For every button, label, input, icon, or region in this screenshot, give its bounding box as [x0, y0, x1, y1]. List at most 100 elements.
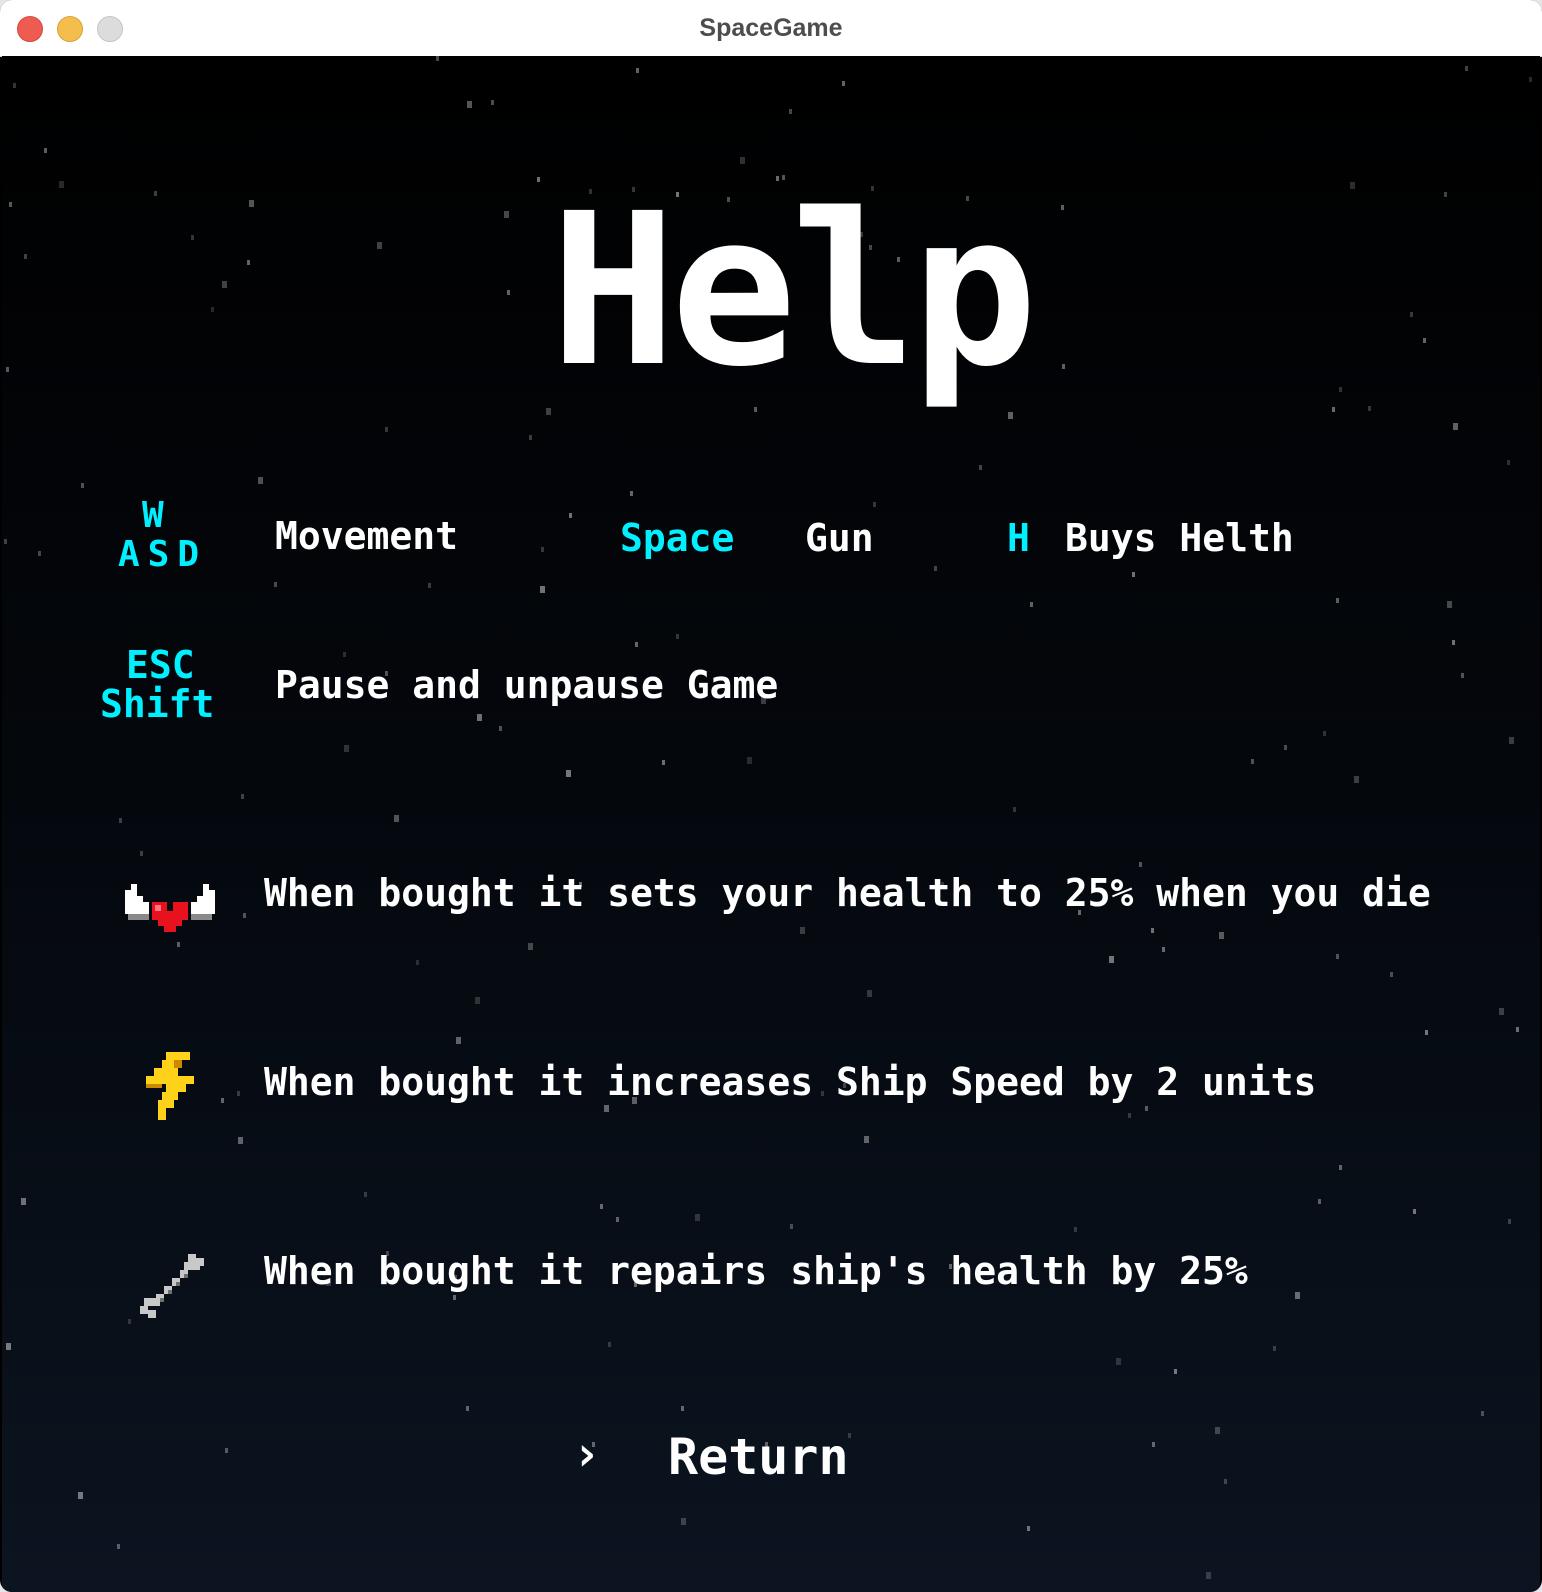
star: [38, 551, 41, 556]
star: [1224, 1479, 1227, 1484]
star: [867, 990, 872, 997]
star: [477, 714, 482, 721]
key-h: H: [1007, 516, 1030, 560]
star: [636, 68, 639, 73]
star: [1508, 1219, 1511, 1224]
buy-health-label: Buys Helth: [1065, 516, 1294, 560]
star: [1507, 460, 1510, 465]
star: [475, 997, 480, 1004]
window-title: SpaceGame: [699, 14, 843, 42]
star: [789, 109, 792, 114]
star: [1174, 1369, 1177, 1374]
star: [1339, 1165, 1342, 1170]
star: [1152, 1442, 1155, 1447]
star: [241, 794, 244, 799]
star: [695, 1214, 700, 1221]
star: [385, 427, 388, 432]
star: [221, 1098, 224, 1103]
star: [1425, 1030, 1428, 1035]
star: [630, 491, 633, 496]
star: [191, 235, 194, 240]
star: [740, 157, 745, 164]
star: [1284, 745, 1287, 750]
star: [1423, 338, 1426, 343]
star: [1452, 640, 1455, 645]
pause-label: Pause and unpause Game: [275, 663, 779, 707]
star: [1332, 407, 1335, 412]
star: [416, 960, 419, 965]
star: [237, 1091, 240, 1096]
star: [140, 851, 143, 856]
star: [247, 260, 250, 265]
star: [6, 367, 9, 372]
star: [616, 1217, 619, 1222]
star: [1109, 956, 1114, 963]
star: [1273, 1346, 1276, 1351]
star: [1008, 412, 1013, 419]
star: [119, 818, 122, 823]
page-title: Help: [550, 168, 1038, 413]
star: [6, 1343, 11, 1350]
star: [59, 181, 64, 188]
star: [1323, 731, 1326, 736]
star: [541, 547, 544, 552]
star: [466, 1406, 469, 1411]
star: [1215, 1427, 1220, 1434]
title-bar: SpaceGame: [0, 0, 1542, 57]
star: [1368, 406, 1371, 411]
star: [790, 1224, 793, 1229]
star: [504, 211, 509, 218]
key-w: W: [142, 495, 164, 536]
game-window: SpaceGame Help W ASD Movement Space Gun …: [0, 0, 1542, 1592]
powerup-description: When bought it repairs ship's health by …: [264, 1249, 1248, 1293]
star: [1336, 954, 1339, 959]
star: [1339, 387, 1342, 392]
star: [491, 100, 494, 105]
star: [1461, 673, 1464, 678]
star: [529, 435, 532, 440]
star: [1390, 972, 1393, 977]
star: [1336, 598, 1339, 603]
star: [507, 290, 510, 295]
star: [21, 1198, 26, 1205]
star: [566, 770, 571, 777]
star: [1410, 312, 1413, 317]
star: [1509, 737, 1514, 744]
star: [747, 757, 752, 764]
star: [1013, 807, 1016, 812]
key-asd: ASD: [118, 534, 208, 575]
star: [428, 583, 431, 588]
star: [600, 1204, 603, 1209]
star: [177, 942, 180, 947]
star: [1132, 572, 1135, 577]
star: [344, 745, 349, 752]
star: [117, 1544, 120, 1549]
star: [800, 927, 805, 934]
star: [456, 1037, 461, 1044]
star: [78, 1492, 83, 1499]
return-label: Return: [668, 1428, 849, 1486]
star: [681, 1406, 684, 1411]
star: [394, 815, 399, 822]
star: [1447, 601, 1452, 608]
star: [238, 1137, 243, 1144]
star: [864, 1136, 869, 1143]
star: [377, 242, 382, 249]
star: [1074, 1227, 1077, 1232]
star: [1481, 1411, 1484, 1416]
star: [343, 652, 346, 657]
menu-selector-icon: ›: [572, 1426, 601, 1482]
star: [608, 1342, 611, 1347]
star: [1162, 947, 1165, 952]
return-button[interactable]: › Return: [568, 1424, 868, 1494]
star: [1145, 1106, 1148, 1111]
star: [1030, 602, 1033, 607]
key-space: Space: [620, 516, 735, 560]
star: [842, 81, 845, 86]
star: [537, 177, 540, 182]
star: [13, 83, 16, 88]
star: [1354, 776, 1359, 783]
star: [44, 148, 47, 153]
star: [499, 726, 502, 731]
star: [528, 943, 533, 950]
